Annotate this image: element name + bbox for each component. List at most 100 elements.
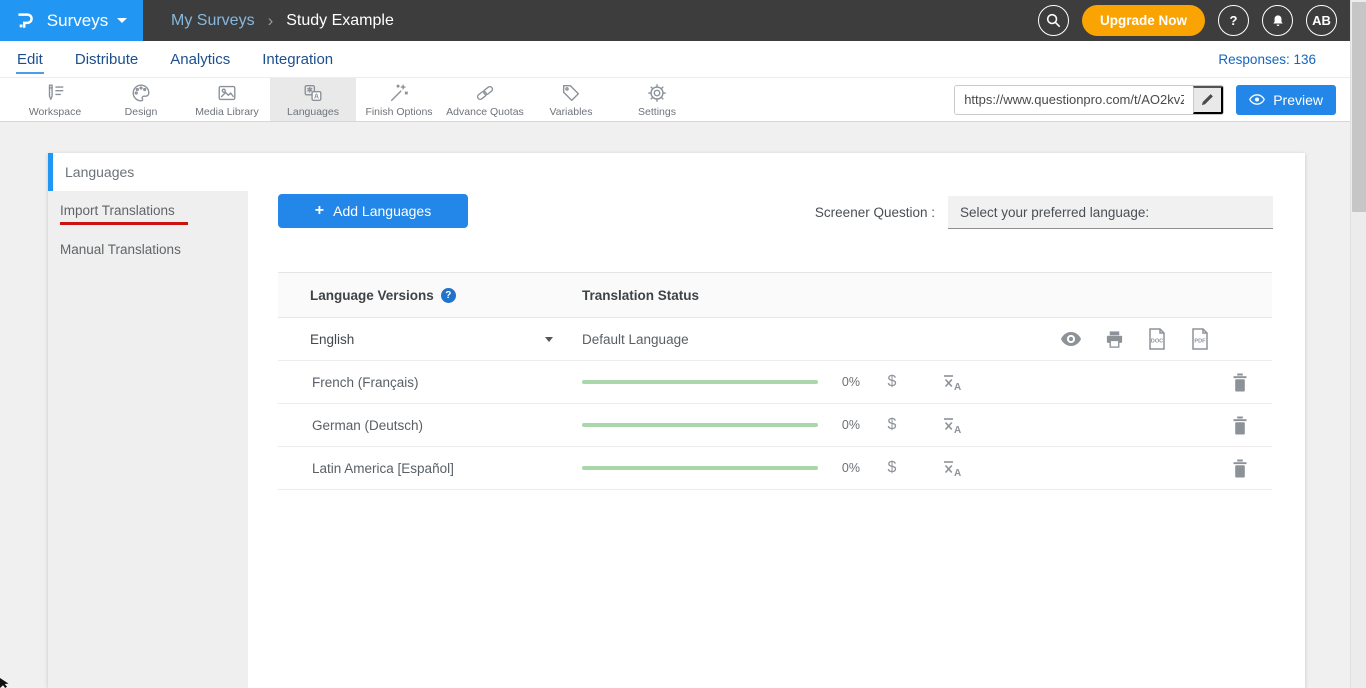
search-button[interactable] — [1038, 5, 1069, 36]
responses-count-link[interactable]: Responses: 136 — [1218, 52, 1316, 67]
annotation-red-underline — [60, 222, 188, 225]
breadcrumb-current-survey: Study Example — [286, 12, 394, 30]
edit-url-button[interactable] — [1193, 86, 1223, 114]
view-survey-button[interactable] — [1060, 331, 1082, 347]
pencil-icon — [1201, 93, 1214, 106]
screener-question-select[interactable]: Select your preferred language: — [948, 196, 1273, 229]
language-name: German (Deutsch) — [278, 418, 582, 433]
add-languages-button[interactable]: + Add Languages — [278, 194, 468, 228]
sidebar-item-languages[interactable]: Languages — [48, 153, 248, 191]
default-language-select[interactable]: English — [278, 332, 582, 347]
toolbar-item-label: Workspace — [29, 106, 81, 118]
delete-language-button[interactable] — [1232, 459, 1248, 478]
print-survey-button[interactable] — [1105, 330, 1124, 349]
notifications-button[interactable] — [1262, 5, 1293, 36]
trash-icon — [1232, 373, 1248, 392]
svg-text:A: A — [954, 425, 961, 436]
breadcrumb-my-surveys[interactable]: My Surveys — [171, 12, 255, 30]
chain-links-icon — [473, 82, 497, 104]
paid-translation-button[interactable]: $ — [860, 416, 924, 434]
default-language-name: English — [310, 332, 354, 347]
upgrade-now-label: Upgrade Now — [1100, 13, 1187, 28]
translate-icon: A — [941, 457, 963, 479]
tab-integration[interactable]: Integration — [261, 49, 334, 70]
toolbar-item-label: Settings — [638, 106, 676, 118]
sidebar-item-import-translations[interactable]: Import Translations — [60, 203, 175, 218]
svg-text:A: A — [954, 468, 961, 479]
auto-translate-button[interactable]: A — [924, 457, 980, 479]
languages-main-panel: + Add Languages Screener Question : Sele… — [248, 153, 1305, 688]
page-scrollbar[interactable] — [1350, 0, 1366, 688]
upgrade-now-button[interactable]: Upgrade Now — [1082, 5, 1205, 36]
table-row-language: German (Deutsch) 0% $ A — [278, 404, 1272, 447]
breadcrumb-separator-icon: › — [268, 11, 274, 31]
toolbar-item-label: Languages — [287, 106, 339, 118]
delete-language-button[interactable] — [1232, 373, 1248, 392]
toolbar-item-variables[interactable]: Variables — [528, 78, 614, 121]
toolbar-item-label: Advance Quotas — [446, 106, 524, 118]
translate-icon: A — [941, 371, 963, 393]
tag-icon — [559, 82, 583, 104]
avatar[interactable]: AB — [1306, 5, 1337, 36]
translation-progress-percent: 0% — [818, 418, 860, 432]
toolbar-item-label: Finish Options — [365, 106, 432, 118]
gear-icon — [645, 82, 669, 104]
toolbar-item-settings[interactable]: Settings — [614, 78, 700, 121]
media-library-icon — [215, 82, 239, 104]
table-header-row: Language Versions ? Translation Status — [278, 272, 1272, 318]
toolbar-item-workspace[interactable]: Workspace — [12, 78, 98, 121]
chevron-down-icon — [545, 337, 553, 342]
delete-language-button[interactable] — [1232, 416, 1248, 435]
table-row-language: French (Français) 0% $ A — [278, 361, 1272, 404]
auto-translate-button[interactable]: A — [924, 414, 980, 436]
workspace-icon — [43, 82, 67, 104]
column-header-translation-status: Translation Status — [582, 288, 699, 303]
toolbar-item-finish-options[interactable]: Finish Options — [356, 78, 442, 121]
doc-file-icon: DOC — [1147, 328, 1167, 350]
tab-edit[interactable]: Edit — [16, 49, 44, 70]
column-header-language-versions: Language Versions ? — [278, 288, 582, 303]
top-navigation-bar: Surveys My Surveys › Study Example Upgra… — [0, 0, 1350, 41]
scrollbar-thumb[interactable] — [1352, 2, 1366, 212]
table-row-language: Latin America [Español] 0% $ A — [278, 447, 1272, 490]
toolbar-item-design[interactable]: Design — [98, 78, 184, 121]
auto-translate-button[interactable]: A — [924, 371, 980, 393]
language-versions-table: Language Versions ? Translation Status E… — [278, 272, 1272, 490]
help-circle-icon[interactable]: ? — [441, 288, 456, 303]
edit-toolbar: Workspace Design Media Library A — [0, 78, 1350, 122]
printer-icon — [1105, 330, 1124, 349]
paid-translation-button[interactable]: $ — [860, 373, 924, 391]
help-icon: ? — [1230, 13, 1238, 28]
product-label: Surveys — [47, 11, 108, 31]
toolbar-item-media-library[interactable]: Media Library — [184, 78, 270, 121]
sidebar-item-manual-translations[interactable]: Manual Translations — [60, 242, 181, 257]
paid-translation-button[interactable]: $ — [860, 459, 924, 477]
search-icon — [1046, 13, 1061, 28]
svg-text:DOC: DOC — [1151, 339, 1163, 345]
toolbar-item-label: Media Library — [195, 106, 259, 118]
toolbar-item-advance-quotas[interactable]: Advance Quotas — [442, 78, 528, 121]
translation-progress-bar — [582, 380, 818, 384]
survey-url-input[interactable] — [955, 86, 1193, 114]
tab-analytics[interactable]: Analytics — [169, 49, 231, 70]
help-button[interactable]: ? — [1218, 5, 1249, 36]
preview-button[interactable]: Preview — [1236, 85, 1336, 115]
eye-icon — [1060, 331, 1082, 347]
svg-text:A: A — [954, 382, 961, 393]
export-pdf-button[interactable]: PDF — [1190, 328, 1210, 350]
breadcrumb: My Surveys › Study Example — [171, 11, 394, 31]
tab-distribute[interactable]: Distribute — [74, 49, 139, 70]
design-palette-icon — [129, 82, 153, 104]
eye-icon — [1249, 94, 1265, 105]
sidebar-languages-label: Languages — [65, 164, 134, 180]
screener-question-label: Screener Question : — [768, 205, 935, 220]
surveys-product-menu[interactable]: Surveys — [0, 0, 143, 41]
translation-progress-bar — [582, 466, 818, 470]
chevron-down-icon — [117, 18, 127, 23]
export-doc-button[interactable]: DOC — [1147, 328, 1167, 350]
language-name: Latin America [Español] — [278, 461, 582, 476]
bell-icon — [1270, 13, 1286, 29]
screener-question-value: Select your preferred language: — [960, 205, 1149, 220]
toolbar-item-label: Design — [125, 106, 158, 118]
toolbar-item-languages[interactable]: A Languages — [270, 78, 356, 121]
